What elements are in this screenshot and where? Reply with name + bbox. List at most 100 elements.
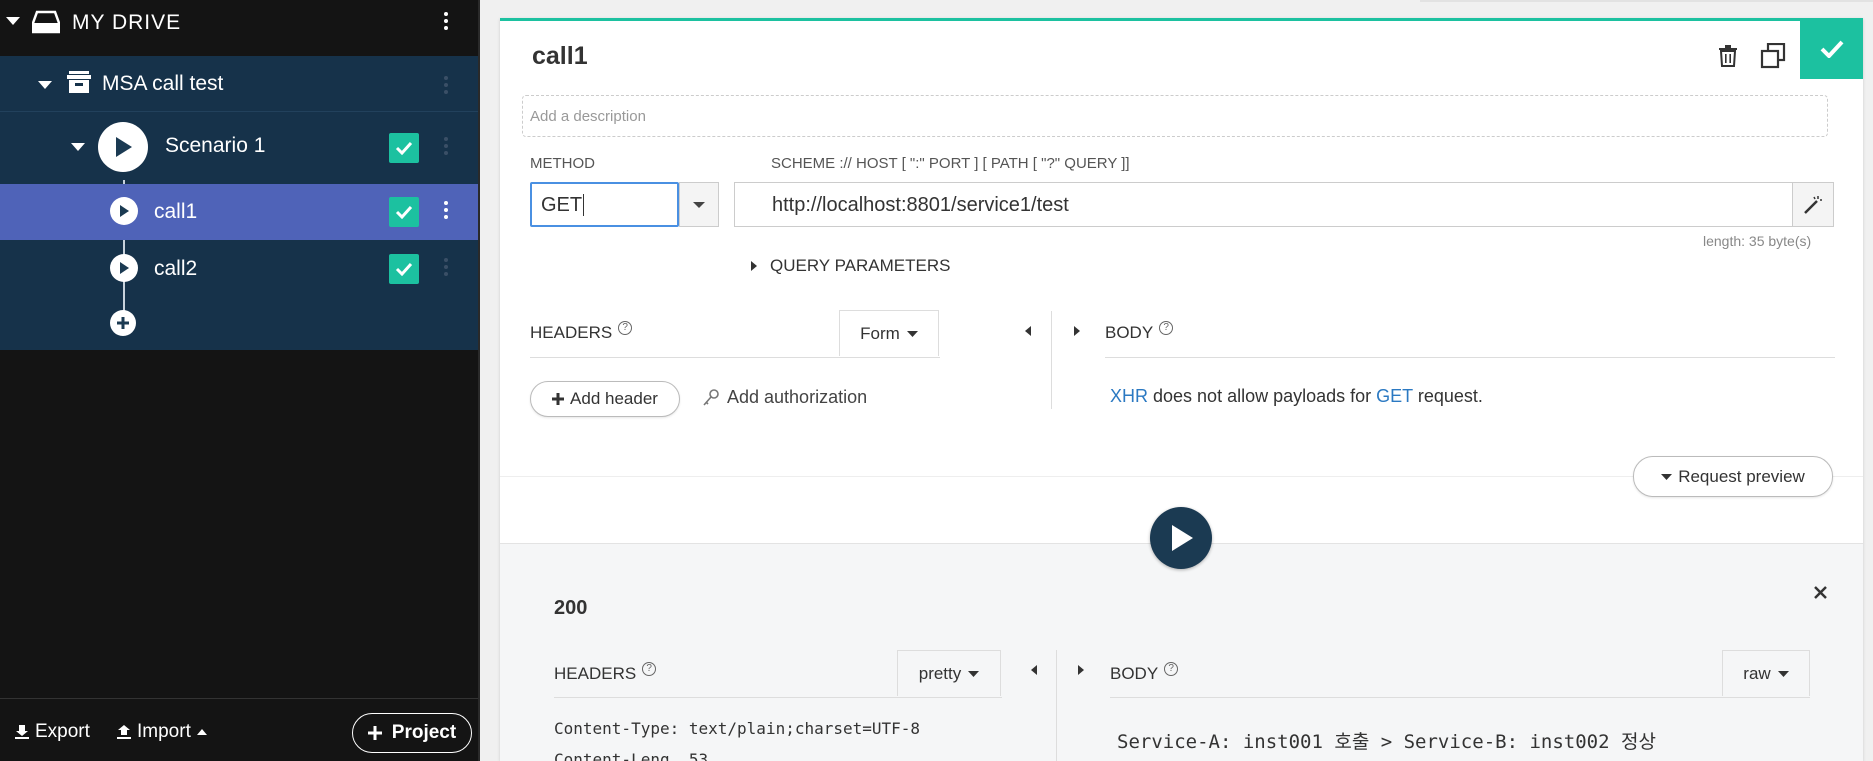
scenario-name: Scenario 1 <box>165 134 266 157</box>
method-label: METHOD <box>530 155 595 172</box>
add-authorization-button[interactable]: Add authorization <box>703 387 867 408</box>
import-label: Import <box>137 721 191 742</box>
drive-menu-icon[interactable] <box>443 12 449 30</box>
call2-run-icon[interactable] <box>110 254 138 282</box>
body-note-text: does not allow payloads for <box>1148 386 1377 406</box>
caret-up-icon <box>196 729 207 735</box>
caret-down-icon <box>906 331 918 337</box>
sidebar-footer: Export Import Project <box>0 698 478 761</box>
play-icon <box>116 137 132 157</box>
response-headers-label: HEADERS <box>554 664 637 683</box>
plus-icon <box>367 726 382 740</box>
method-dropdown-button[interactable] <box>679 182 719 227</box>
check-icon <box>1820 40 1843 58</box>
add-header-button[interactable]: Add header <box>530 381 680 417</box>
response-headers-underline <box>554 697 1002 698</box>
call2-enabled-checkbox[interactable] <box>389 254 419 284</box>
plus-icon <box>117 317 129 329</box>
call1-name: call1 <box>154 200 198 223</box>
caret-down-icon[interactable] <box>38 80 52 90</box>
url-wand-button[interactable] <box>1792 182 1834 227</box>
tree-item-project[interactable]: MSA call test <box>0 56 478 112</box>
response-body-underline <box>1110 697 1810 698</box>
url-length: length: 35 byte(s) <box>1703 233 1812 249</box>
request-preview-label: Request preview <box>1678 466 1805 486</box>
archive-icon <box>67 71 91 93</box>
body-note-end: request. <box>1412 386 1483 406</box>
scenario-enabled-checkbox[interactable] <box>389 133 419 163</box>
tree-item-scenario[interactable]: Scenario 1 <box>0 112 478 182</box>
url-input[interactable]: http://localhost:8801/service1/test <box>734 182 1794 227</box>
help-icon[interactable]: ? <box>642 662 657 676</box>
body-format-dropdown[interactable]: raw <box>1722 650 1810 696</box>
caret-down-icon[interactable] <box>71 142 85 152</box>
help-icon[interactable]: ? <box>1159 321 1174 335</box>
url-label: SCHEME :// HOST [ ":" PORT ] [ PATH [ "?… <box>771 155 1130 172</box>
play-icon <box>120 262 129 274</box>
drive-header[interactable]: MY DRIVE <box>0 0 478 56</box>
query-parameters-label: QUERY PARAMETERS <box>770 256 951 275</box>
caret-left-icon[interactable] <box>1030 664 1038 676</box>
call1-enabled-checkbox[interactable] <box>389 197 419 227</box>
response-body-title: BODY ? <box>1110 662 1179 684</box>
play-icon <box>1172 525 1193 551</box>
import-button[interactable]: Import <box>116 721 208 743</box>
close-icon[interactable] <box>1814 586 1827 599</box>
add-call-icon[interactable] <box>110 310 136 336</box>
response-header-row: Content-Leng… 53 <box>554 750 708 761</box>
caret-down-icon[interactable] <box>6 16 20 26</box>
request-title[interactable]: call1 <box>532 42 588 71</box>
tree-item-call1[interactable]: call1 <box>0 184 478 240</box>
help-icon[interactable]: ? <box>618 321 633 335</box>
call2-menu-icon[interactable] <box>443 258 449 276</box>
description-input[interactable]: Add a description <box>522 95 1828 137</box>
headers-format-dropdown[interactable]: pretty <box>897 650 1001 696</box>
caret-right-icon <box>751 261 757 271</box>
headers-label: HEADERS <box>530 323 613 342</box>
request-panel: call1 Add a description METHOD SCHEME :/… <box>500 18 1863 761</box>
scenario-run-icon[interactable] <box>98 122 148 172</box>
clone-icon[interactable] <box>1760 43 1786 69</box>
call2-name: call2 <box>154 257 198 280</box>
check-icon <box>395 141 413 155</box>
export-label: Export <box>35 721 90 742</box>
headers-mode-dropdown[interactable]: Form <box>839 310 939 356</box>
headers-mode-value: Form <box>860 323 900 343</box>
caret-down-icon <box>693 201 705 208</box>
drive-title: MY DRIVE <box>72 11 182 34</box>
caret-down-icon <box>1661 474 1673 480</box>
save-button[interactable] <box>1800 18 1863 79</box>
project-name: MSA call test <box>102 72 224 95</box>
scenario-menu-icon[interactable] <box>443 137 449 155</box>
call1-run-icon[interactable] <box>110 197 138 225</box>
get-link[interactable]: GET <box>1376 386 1413 406</box>
project-label: Project <box>391 722 457 743</box>
method-input[interactable]: GET <box>530 182 679 227</box>
check-icon <box>395 205 413 219</box>
check-icon <box>395 262 413 276</box>
query-parameters-toggle[interactable]: QUERY PARAMETERS <box>750 256 950 276</box>
tree-item-call2[interactable]: call2 <box>0 240 478 296</box>
add-authorization-label: Add authorization <box>727 387 868 407</box>
request-preview-button[interactable]: Request preview <box>1633 456 1833 497</box>
request-headers-title: HEADERS ? <box>530 321 633 343</box>
response-body-text: Service-A: inst001 호출 > Service-B: inst0… <box>1117 731 1656 753</box>
caret-right-icon[interactable] <box>1073 325 1081 337</box>
trash-icon[interactable] <box>1718 45 1738 67</box>
caret-down-icon <box>1777 671 1789 677</box>
run-request-button[interactable] <box>1150 507 1212 569</box>
drive-icon <box>32 10 60 34</box>
help-icon[interactable]: ? <box>1164 662 1179 676</box>
xhr-link[interactable]: XHR <box>1110 386 1148 406</box>
body-underline <box>1105 357 1835 358</box>
call1-menu-icon[interactable] <box>443 201 449 219</box>
sidebar: MY DRIVE MSA call test Scenario 1 call1 … <box>0 0 480 761</box>
new-project-button[interactable]: Project <box>352 713 472 753</box>
caret-left-icon[interactable] <box>1024 325 1032 337</box>
caret-right-icon[interactable] <box>1077 664 1085 676</box>
key-icon <box>703 388 719 406</box>
response-header-key: Content-Leng… <box>554 750 680 761</box>
magic-wand-icon <box>1804 195 1822 214</box>
export-button[interactable]: Export <box>14 721 90 743</box>
project-menu-icon[interactable] <box>443 76 449 94</box>
